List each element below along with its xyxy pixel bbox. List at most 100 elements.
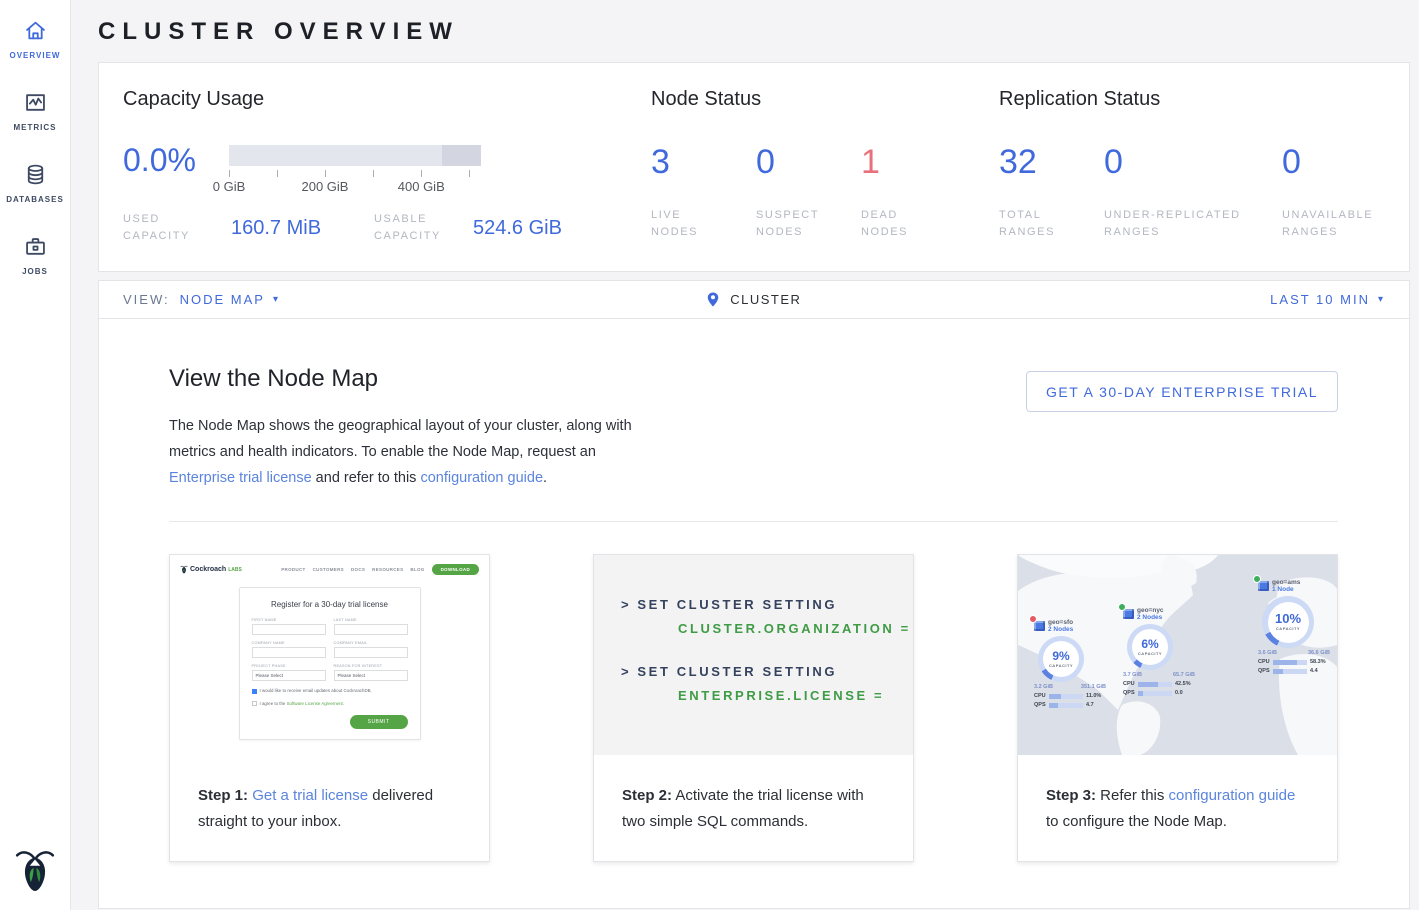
- sql-commands-snippet: > SET CLUSTER SETTING CLUSTER.ORGANIZATI…: [594, 555, 913, 755]
- configuration-guide-link[interactable]: configuration guide: [1169, 787, 1296, 804]
- minisite-nav-item: RESOURCES: [372, 567, 403, 572]
- dead-status-dot-icon: [1029, 615, 1037, 623]
- minisite-nav-item: PRODUCT: [281, 567, 305, 572]
- total-ranges-stat: 32 TOTALRANGES: [999, 145, 1104, 241]
- checkbox-checked-icon: [252, 689, 257, 694]
- dead-nodes-stat: 1 DEADNODES: [861, 145, 908, 241]
- sidebar-item-label: OVERVIEW: [10, 51, 61, 60]
- node-status-section: Node Status 3 LIVENODES 0 SUSPECTNODES 1…: [651, 88, 999, 271]
- under-replicated-ranges-stat: 0 UNDER-REPLICATEDRANGES: [1104, 145, 1282, 241]
- divider: [169, 521, 1338, 522]
- step-2-card: > SET CLUSTER SETTING CLUSTER.ORGANIZATI…: [593, 554, 914, 862]
- sql-command-line: > SET CLUSTER SETTING: [621, 664, 913, 679]
- capacity-axis-label: 400 GiB: [398, 179, 445, 194]
- minisite-nav-item: DOCS: [351, 567, 365, 572]
- cockroach-labs-logo: Cockroach LABS: [180, 564, 242, 575]
- live-nodes-value: 3: [651, 145, 756, 179]
- view-label: VIEW:: [123, 292, 170, 307]
- locality-widget-sfo: geo=sfo 2 Nodes 9% CAPACITY: [1034, 619, 1114, 708]
- app-window: OVERVIEW METRICS DATABASES: [0, 0, 1419, 910]
- suspect-nodes-stat: 0 SUSPECTNODES: [756, 145, 861, 241]
- get-enterprise-trial-button[interactable]: GET A 30-DAY ENTERPRISE TRIAL: [1026, 371, 1338, 412]
- form-title: Register for a 30-day trial license: [252, 600, 408, 609]
- minisite-nav-item: BLOG: [410, 567, 424, 572]
- cockroachdb-logo-icon: [14, 845, 56, 900]
- step-3-caption: Step 3: Refer this configuration guide t…: [1018, 755, 1337, 835]
- total-ranges-value: 32: [999, 145, 1104, 179]
- locality-widget-nyc: geo=nyc 2 Nodes 6% CAPACITY: [1123, 607, 1203, 696]
- step-1-caption: Step 1: Get a trial license delivered st…: [170, 755, 489, 835]
- main-content: CLUSTER OVERVIEW Capacity Usage 0.0%: [71, 0, 1419, 910]
- chevron-down-icon: ▾: [273, 294, 280, 305]
- cluster-summary-panel: Capacity Usage 0.0%: [98, 62, 1410, 272]
- sidebar-item-label: METRICS: [14, 123, 57, 132]
- minisite-submit-button: SUBMIT: [350, 715, 408, 729]
- unavailable-ranges-stat: 0 UNAVAILABLERANGES: [1282, 145, 1373, 241]
- sql-command-line: > SET CLUSTER SETTING: [621, 597, 913, 612]
- step-1-card: Cockroach LABS PRODUCT CUSTOMERS DOCS RE…: [169, 554, 490, 862]
- capacity-donut-gauge: 9% CAPACITY: [1038, 636, 1084, 682]
- trial-registration-form: Register for a 30-day trial license FIRS…: [239, 587, 421, 740]
- step-2-caption: Step 2: Activate the trial license with …: [594, 755, 913, 835]
- sidebar-item-label: DATABASES: [6, 195, 64, 204]
- sidebar-item-overview[interactable]: OVERVIEW: [0, 16, 70, 60]
- capacity-bar-reserved-segment: [442, 145, 481, 166]
- capacity-bar: [229, 145, 481, 166]
- capacity-axis-ticks: [229, 170, 481, 179]
- replication-status-section: Replication Status 32 TOTALRANGES 0 UNDE…: [999, 88, 1373, 271]
- metrics-chart-icon: [22, 88, 49, 116]
- capacity-usage-section: Capacity Usage 0.0%: [123, 88, 651, 271]
- locality-widget-ams: geo=ams 1 Node 10% CAPACITY: [1258, 579, 1338, 674]
- enterprise-trial-license-link[interactable]: Enterprise trial license: [169, 470, 312, 486]
- live-status-dot-icon: [1118, 603, 1126, 611]
- node-map-preview-image: geo=sfo 2 Nodes 9% CAPACITY: [1018, 555, 1337, 755]
- usable-capacity-value: 524.6 GiB: [473, 217, 562, 240]
- view-selector-dropdown[interactable]: NODE MAP ▾: [180, 292, 280, 307]
- node-map-heading: View the Node Map: [169, 365, 647, 393]
- get-trial-license-link[interactable]: Get a trial license: [252, 787, 368, 804]
- node-cube-icon: [1123, 609, 1134, 619]
- trial-registration-screenshot: Cockroach LABS PRODUCT CUSTOMERS DOCS RE…: [170, 555, 489, 755]
- capacity-donut-gauge: 10% CAPACITY: [1262, 596, 1314, 648]
- live-nodes-stat: 3 LIVENODES: [651, 145, 756, 241]
- briefcase-icon: [22, 232, 49, 260]
- used-capacity-label: USED CAPACITY: [123, 211, 231, 245]
- node-cube-icon: [1034, 621, 1045, 631]
- capacity-donut-gauge: 6% CAPACITY: [1127, 624, 1173, 670]
- sql-setting-line: CLUSTER.ORGANIZATION =: [621, 621, 913, 636]
- capacity-axis-label: 0 GiB: [213, 179, 246, 194]
- sidebar: OVERVIEW METRICS DATABASES: [0, 0, 71, 910]
- used-capacity-value: 160.7 MiB: [231, 217, 374, 240]
- dead-nodes-value: 1: [861, 145, 908, 179]
- view-bar: VIEW: NODE MAP ▾ CLUSTER LAST 10 MIN ▾: [98, 280, 1410, 319]
- minisite-download-button: DOWNLOAD: [432, 564, 479, 575]
- checkbox-icon: [252, 701, 257, 706]
- usable-capacity-label: USABLE CAPACITY: [374, 211, 473, 245]
- sql-setting-line: ENTERPRISE.LICENSE =: [621, 688, 913, 703]
- node-map-panel: View the Node Map The Node Map shows the…: [98, 319, 1410, 909]
- unavailable-ranges-value: 0: [1282, 145, 1373, 179]
- sidebar-item-label: JOBS: [22, 267, 48, 276]
- live-status-dot-icon: [1253, 575, 1261, 583]
- suspect-nodes-value: 0: [756, 145, 861, 179]
- page-title: CLUSTER OVERVIEW: [98, 18, 1410, 46]
- node-cube-icon: [1258, 581, 1269, 591]
- sidebar-item-databases[interactable]: DATABASES: [0, 160, 70, 204]
- sidebar-item-jobs[interactable]: JOBS: [0, 232, 70, 276]
- map-pin-icon: [707, 292, 719, 307]
- capacity-bar-chart: 0 GiB 200 GiB 400 GiB: [229, 145, 481, 195]
- step-3-card: geo=sfo 2 Nodes 9% CAPACITY: [1017, 554, 1338, 862]
- replication-status-title: Replication Status: [999, 88, 1373, 111]
- minisite-nav-item: CUSTOMERS: [313, 567, 344, 572]
- capacity-usage-title: Capacity Usage: [123, 88, 651, 111]
- capacity-axis-label: 200 GiB: [302, 179, 349, 194]
- node-status-title: Node Status: [651, 88, 999, 111]
- home-icon: [22, 16, 49, 44]
- time-range-selector-dropdown[interactable]: LAST 10 MIN ▾: [1270, 292, 1385, 307]
- capacity-used-percent: 0.0%: [123, 145, 229, 175]
- sidebar-item-metrics[interactable]: METRICS: [0, 88, 70, 132]
- node-map-description: The Node Map shows the geographical layo…: [169, 413, 647, 491]
- database-icon: [22, 160, 49, 188]
- chevron-down-icon: ▾: [1378, 294, 1385, 305]
- configuration-guide-link[interactable]: configuration guide: [420, 470, 543, 486]
